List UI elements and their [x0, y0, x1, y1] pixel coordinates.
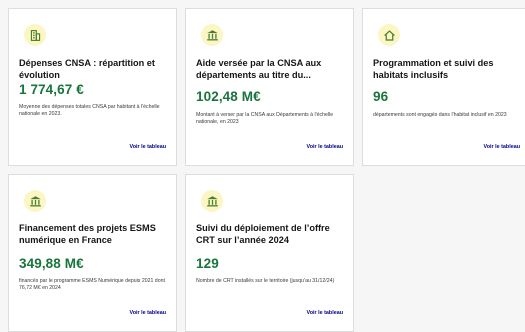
building-icon	[24, 24, 46, 46]
bank-icon	[201, 24, 223, 46]
card-description: financés par le programme ESMS Numérique…	[19, 278, 165, 292]
card-title: Aide versée par la CNSA aux départements…	[196, 58, 322, 80]
indicator-card-cnsa-depenses[interactable]: Dépenses CNSA : répartition et évolution…	[8, 8, 177, 166]
card-description: Montant à verser par la CNSA aux Départe…	[196, 112, 334, 126]
card-value: 102,48 M€	[196, 89, 261, 104]
indicator-card-habitats-inclusifs[interactable]: Programmation et suivi des habitats incl…	[362, 8, 525, 166]
indicator-card-aide-departements[interactable]: Aide versée par la CNSA aux départements…	[185, 8, 354, 166]
view-table-link[interactable]: Voir le tableau	[130, 144, 166, 150]
card-title: Programmation et suivi des habitats incl…	[373, 58, 494, 80]
card-description: départements sont engagés dans l'habitat…	[373, 112, 507, 118]
card-title: Dépenses CNSA : répartition et évolution	[19, 58, 155, 80]
view-table-link[interactable]: Voir le tableau	[130, 310, 166, 316]
card-value: 349,88 M€	[19, 256, 84, 271]
card-title: Suivi du déploiement de l’offre CRT sur …	[196, 223, 330, 245]
view-table-link[interactable]: Voir le tableau	[307, 144, 343, 150]
bank-icon	[24, 190, 46, 212]
card-title: Financement des projets ESMS numérique e…	[19, 223, 156, 245]
view-table-link[interactable]: Voir le tableau	[307, 310, 343, 316]
indicator-card-esms-numerique[interactable]: Financement des projets ESMS numérique e…	[8, 174, 177, 332]
card-value: 96	[373, 89, 389, 104]
card-value: 1 774,67 €	[19, 82, 84, 97]
card-description: Moyenne des dépenses totales CNSA par ha…	[19, 104, 160, 118]
view-table-link[interactable]: Voir le tableau	[484, 144, 520, 150]
card-description: Nombre de CRT installés sur le territoir…	[196, 278, 335, 284]
bank-icon	[201, 190, 223, 212]
home-icon	[378, 24, 400, 46]
card-value: 129	[196, 256, 219, 271]
indicator-card-offre-crt[interactable]: Suivi du déploiement de l’offre CRT sur …	[185, 174, 354, 332]
